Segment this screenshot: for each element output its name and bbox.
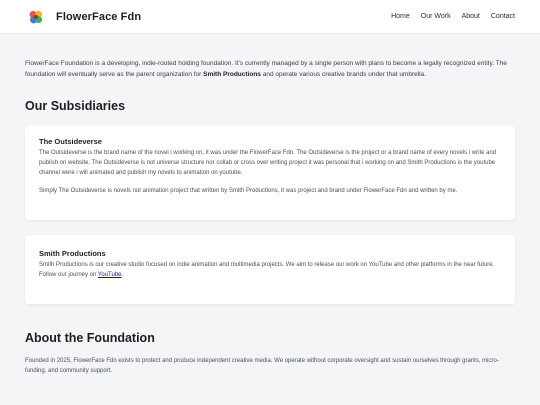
card-paragraph: The Outsideverse is the brand name of th… xyxy=(39,150,497,177)
nav-home[interactable]: Home xyxy=(391,13,410,20)
card-paragraph: Simply The Outsideverse is novels not an… xyxy=(39,187,458,194)
brand-name[interactable]: FlowerFace Fdn xyxy=(56,11,141,23)
intro-text-2: and operate various creative brands unde… xyxy=(260,71,427,78)
flower-logo-icon xyxy=(29,10,43,23)
nav-contact[interactable]: Contact xyxy=(491,13,515,20)
about-heading: About the Foundation xyxy=(25,331,155,345)
card-text-end: . xyxy=(121,272,124,279)
about-paragraph: Founded in 2025, FlowerFace Fdn exists t… xyxy=(25,358,499,375)
brand[interactable]: FlowerFace Fdn xyxy=(28,9,141,25)
subsidiary-card-smith-productions: Smith Productions Smith Productions is o… xyxy=(25,235,515,304)
card-paragraph: Smith Productions is our creative studio… xyxy=(39,260,501,280)
youtube-link[interactable]: YouTube xyxy=(98,272,122,278)
main-content: FlowerFace Foundation is a developing, i… xyxy=(0,58,540,377)
intro-bold: Smith Productions xyxy=(203,71,261,78)
nav-our-work[interactable]: Our Work xyxy=(421,13,451,20)
nav-about[interactable]: About xyxy=(462,13,480,20)
subsidiaries-heading: Our Subsidiaries xyxy=(25,99,126,113)
intro-paragraph: FlowerFace Foundation is a developing, i… xyxy=(25,58,515,80)
site-header: FlowerFace Fdn Home Our Work About Conta… xyxy=(0,0,540,34)
main-nav: Home Our Work About Contact xyxy=(391,13,515,20)
card-title: The Outsideverse xyxy=(39,137,102,146)
card-title: Smith Productions xyxy=(39,249,106,258)
subsidiary-card-outsideverse: The Outsideverse The Outsideverse is the… xyxy=(25,125,515,220)
